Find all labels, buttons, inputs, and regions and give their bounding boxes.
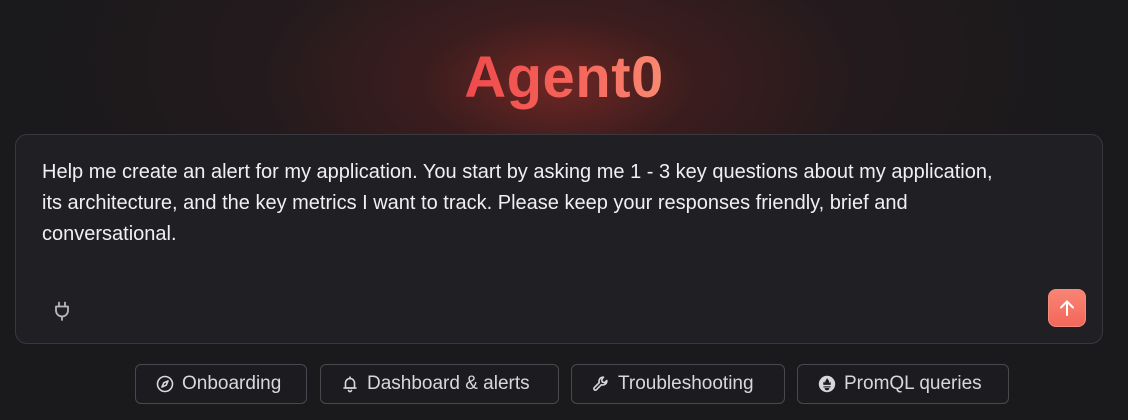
chip-label: Dashboard & alerts bbox=[367, 373, 530, 394]
arrow-up-icon bbox=[1060, 300, 1074, 316]
app-title: Agent0 bbox=[464, 45, 664, 110]
chip-label: Onboarding bbox=[182, 373, 282, 394]
chip-onboarding[interactable]: Onboarding bbox=[135, 364, 307, 404]
integrations-button[interactable] bbox=[48, 297, 76, 325]
chip-troubleshooting[interactable]: Troubleshooting bbox=[571, 364, 785, 404]
wrench-icon bbox=[593, 376, 608, 391]
page-title: Agent0 bbox=[0, 42, 1128, 114]
send-button[interactable] bbox=[1048, 289, 1086, 327]
prometheus-icon bbox=[818, 375, 836, 393]
chip-dashboard-alerts[interactable]: Dashboard & alerts bbox=[320, 364, 559, 404]
compass-icon bbox=[156, 375, 174, 393]
suggestion-chips: Onboarding Dashboard & alerts Troublesho… bbox=[0, 364, 1128, 404]
chip-label: PromQL queries bbox=[844, 373, 982, 394]
chip-label: Troubleshooting bbox=[618, 373, 754, 394]
bell-icon bbox=[343, 376, 357, 393]
prompt-input[interactable] bbox=[42, 157, 1002, 257]
prompt-composer bbox=[15, 134, 1103, 344]
chip-promql-queries[interactable]: PromQL queries bbox=[797, 364, 1009, 404]
plug-icon bbox=[55, 301, 69, 321]
